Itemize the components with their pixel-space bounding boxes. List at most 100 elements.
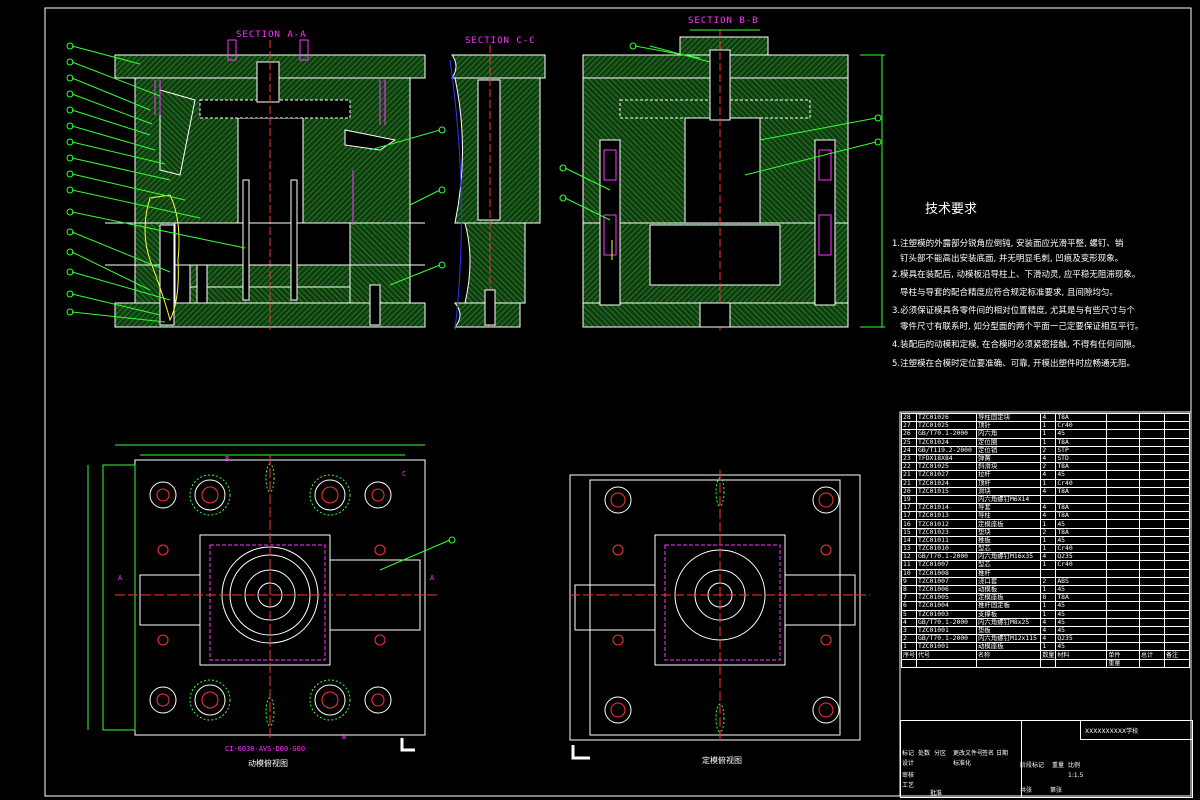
- bom-cell: [1106, 437, 1141, 447]
- bom-cell: 26: [900, 429, 918, 439]
- tech-line-2: 钉头部不能高出安装底面, 并无明显毛刺, 凹痕及变形现象。: [900, 254, 1124, 264]
- bom-cell: 1: [900, 642, 918, 652]
- bom-header-extra-cell: [916, 658, 978, 668]
- bom-cell: 推杆: [976, 568, 1042, 578]
- moving-half-plan-view: [87, 444, 456, 752]
- bom-cell: [1139, 511, 1165, 521]
- bom-cell: [1040, 494, 1057, 505]
- bom-cell: [1106, 511, 1141, 521]
- bom-row: 27 TZC01025 顶针 1 Cr40: [900, 421, 1190, 431]
- tech-line-3: 2.模具在装配后, 动模板沿导柱上、下滑动灵, 应平稳无阻滞现象。: [892, 270, 1141, 280]
- bom-row: 13 TZC01010 型芯 1 Cr40: [900, 543, 1190, 554]
- bom-cell: T8A: [1055, 503, 1108, 513]
- tech-line-7: 4.装配后的动模和定模, 在合模时必须紧密接触, 不得有任何间隙。: [892, 340, 1141, 350]
- bom-row: 17 TZC01013 导柱 4 T8A: [900, 511, 1190, 521]
- bom-cell: [1164, 453, 1190, 464]
- bom-cell: [1055, 568, 1108, 578]
- tb-label-3: 更改文件号: [953, 750, 984, 757]
- bom-cell: TZC01024: [916, 437, 978, 447]
- drawing-code: CI-6030-AVS-D00-G00: [225, 745, 306, 753]
- bom-row: 8 TZC01006 动模板 1 45: [900, 584, 1190, 595]
- bom-cell: [1164, 429, 1190, 439]
- bom-cell: 15: [900, 527, 918, 537]
- bom-header-cell: 代号: [916, 650, 978, 660]
- bom-cell: 3: [900, 625, 918, 636]
- bom-cell: Cr40: [1055, 421, 1108, 431]
- bom-cell: GB/T70.1-2000: [916, 634, 978, 644]
- section-bb-title: SECTION B-B: [688, 16, 759, 26]
- bom-header-cell: 数量: [1040, 650, 1057, 660]
- bom-cell: [1139, 519, 1165, 529]
- bom-cell: 弹簧: [976, 453, 1042, 464]
- bom-cell: [1164, 634, 1190, 644]
- bom-row: 16 TZC01012 定模座板 1 45: [900, 519, 1190, 529]
- bom-cell: TZC01007: [916, 560, 978, 570]
- bom-cell: TZC01007: [916, 576, 978, 586]
- bom-cell: 4: [1040, 412, 1057, 423]
- bom-cell: 4: [1040, 625, 1057, 636]
- tech-line-4: 导柱与导套的配合精度应符合规定标准要求, 且间隙均匀。: [900, 288, 1118, 298]
- bom-cell: [1164, 494, 1190, 505]
- bom-cell: 支撑板: [976, 609, 1042, 619]
- bom-cell: 45: [1055, 429, 1108, 439]
- tb-label-1: 处数: [918, 750, 931, 757]
- bom-cell: Q235: [1055, 634, 1108, 644]
- bom-cell: TZC01005: [916, 593, 978, 603]
- bom-cell: 9: [900, 576, 918, 586]
- bom-cell: 4: [1040, 511, 1057, 521]
- bom-cell: Cr40: [1055, 560, 1108, 570]
- bom-cell: [1164, 437, 1190, 447]
- bom-cell: [1139, 478, 1165, 488]
- bom-header-cell: 备注: [1164, 650, 1190, 660]
- bom-cell: 21: [900, 470, 918, 480]
- bom-cell: TZC01026: [916, 412, 978, 423]
- bom-cell: GB/T119.2-2000: [916, 445, 978, 455]
- bom-cell: 21: [900, 478, 918, 488]
- bom-cell: [1106, 470, 1141, 480]
- marker-a-left: A: [118, 574, 123, 582]
- bom-cell: [1139, 412, 1165, 423]
- bom-cell: 2: [1040, 462, 1057, 472]
- bom-cell: [1106, 412, 1141, 423]
- bom-cell: [916, 494, 978, 505]
- bom-cell: TZC01003: [916, 609, 978, 619]
- bom-header-extra-cell: [976, 658, 1042, 668]
- marker-c: C: [402, 470, 407, 478]
- bom-cell: 17: [900, 503, 918, 513]
- bom-cell: [1164, 576, 1190, 586]
- bom-cell: 2: [1040, 527, 1057, 537]
- bom-cell: GB/T70.1-2000: [916, 617, 978, 627]
- bom-cell: 7: [900, 593, 918, 603]
- bom-cell: 45: [1055, 617, 1108, 627]
- tb-label-6: 设计: [902, 760, 915, 767]
- bom-cell: 内六角: [976, 429, 1042, 439]
- bom-row: 9 TZC01007 浇口套 2 ABS: [900, 576, 1190, 586]
- bom-cell: 17: [900, 511, 918, 521]
- bom-row: 28 TZC01026 导柱固定块 4 T8A: [900, 412, 1190, 423]
- bom-cell: 型芯: [976, 543, 1042, 554]
- bom-cell: 1: [1040, 609, 1057, 619]
- bom-cell: 4: [1040, 470, 1057, 480]
- bom-cell: TFDX18X84: [916, 453, 978, 464]
- bom-cell: 24: [900, 445, 918, 455]
- bom-cell: [1106, 421, 1141, 431]
- bom-header-extra-cell: [1055, 658, 1108, 668]
- bom-row: 14 TZC01011 推板 1 45: [900, 535, 1190, 546]
- fixed-half-plan-view: [569, 470, 870, 760]
- bom-cell: STD: [1055, 453, 1108, 464]
- bom-cell: [1106, 625, 1141, 636]
- bom-cell: TZC01023: [916, 527, 978, 537]
- tech-line-1: 1.注塑模的外露部分锐角应倒钝, 安装面应光滑平整, 螺钉、销: [892, 239, 1124, 249]
- section-aa-title: SECTION A-A: [236, 30, 307, 40]
- bom-cell: 定模座板: [976, 519, 1042, 529]
- bom-header-cell: 单件: [1106, 650, 1141, 660]
- tb-label-4: 签名: [982, 750, 995, 757]
- bom-row: 5 TZC01003 支撑板 1 45: [900, 609, 1190, 619]
- bom-cell: 19: [900, 494, 918, 505]
- bom-header-row: 序号 代号 名称 数量 材料 单件 总计 备注: [900, 650, 1190, 660]
- bom-row: 19 内六角螺钉M6X14: [900, 494, 1190, 505]
- bom-cell: TZC01001: [916, 642, 978, 652]
- bom-cell: GB/T70.1-2000: [916, 429, 978, 439]
- bom-cell: [1139, 576, 1165, 586]
- bom-row: 26 GB/T70.1-2000 内六角 1 45: [900, 429, 1190, 439]
